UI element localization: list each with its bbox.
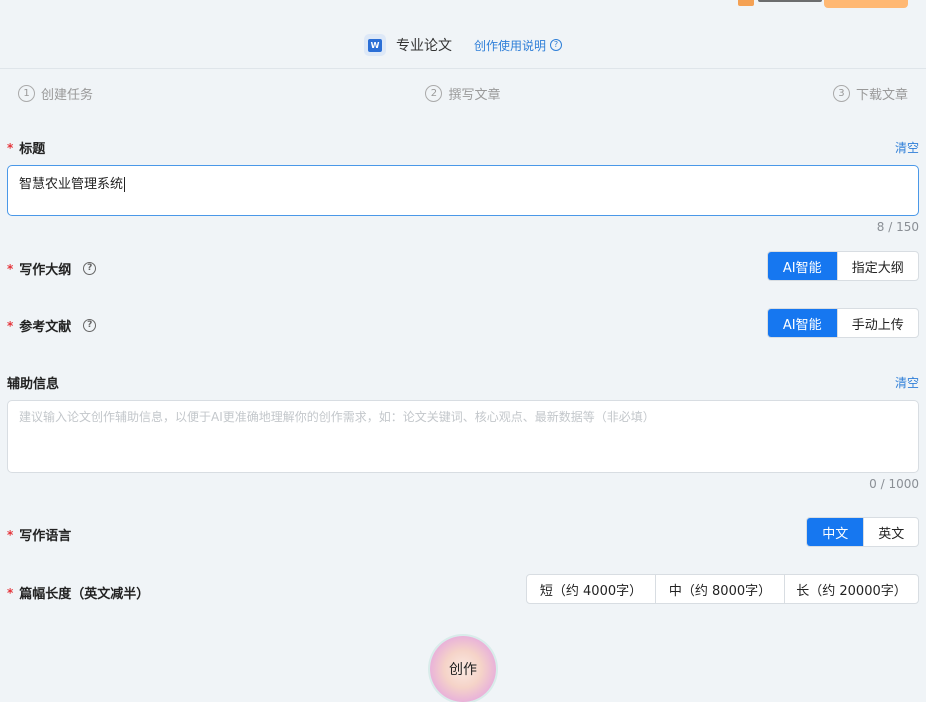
language-label-text: 写作语言 bbox=[19, 529, 72, 544]
step-number: 1 bbox=[18, 84, 35, 102]
step-1: 1 创建任务 bbox=[18, 84, 93, 103]
required-asterisk: * bbox=[7, 140, 14, 155]
length-toggle: 短（约 4000字） 中（约 8000字） 长（约 20000字） bbox=[526, 574, 919, 604]
references-toggle: AI智能 手动上传 bbox=[767, 308, 919, 338]
partial-top-icon bbox=[738, 0, 754, 6]
step-label: 撰写文章 bbox=[448, 87, 501, 103]
aux-info-label: 辅助信息 bbox=[7, 373, 59, 392]
length-medium-option[interactable]: 中（约 8000字） bbox=[655, 575, 784, 603]
step-3: 3 下载文章 bbox=[832, 84, 908, 103]
help-link-label: 创作使用说明 bbox=[473, 38, 546, 53]
length-label-text: 篇幅长度（英文减半） bbox=[19, 587, 150, 602]
title-input[interactable]: 智慧农业管理系统 bbox=[7, 165, 919, 216]
step-number: 3 bbox=[832, 84, 850, 102]
references-ai-option[interactable]: AI智能 bbox=[768, 309, 837, 337]
create-button[interactable]: 创作 bbox=[430, 636, 496, 702]
aux-info-char-counter: 0 / 1000 bbox=[869, 477, 919, 491]
outline-toggle: AI智能 指定大纲 bbox=[767, 251, 919, 281]
page-title: 专业论文 bbox=[395, 38, 452, 54]
title-input-value: 智慧农业管理系统 bbox=[19, 177, 124, 192]
aux-info-label-text: 辅助信息 bbox=[7, 377, 60, 392]
length-short-option[interactable]: 短（约 4000字） bbox=[527, 575, 655, 603]
required-asterisk: * bbox=[7, 527, 14, 542]
text-caret bbox=[124, 177, 126, 192]
references-label-text: 参考文献 bbox=[19, 320, 72, 335]
aux-info-textarea[interactable]: 建议输入论文创作辅助信息，以便于AI更准确地理解你的创作需求，如：论文关键词、核… bbox=[7, 400, 919, 473]
length-label: * 篇幅长度（英文减半） bbox=[7, 583, 150, 603]
title-label: * 标题 bbox=[7, 138, 46, 158]
title-label-text: 标题 bbox=[19, 142, 46, 157]
references-label: * 参考文献 ? bbox=[7, 316, 97, 335]
help-link[interactable]: 创作使用说明 ? bbox=[474, 37, 562, 54]
outline-custom-option[interactable]: 指定大纲 bbox=[836, 252, 918, 280]
partial-top-button[interactable] bbox=[824, 0, 908, 8]
word-doc-icon: W bbox=[363, 34, 386, 56]
question-circle-icon[interactable]: ? bbox=[83, 262, 97, 275]
outline-label: * 写作大纲 ? bbox=[7, 259, 97, 278]
step-label: 创建任务 bbox=[41, 87, 94, 103]
step-label: 下载文章 bbox=[855, 87, 908, 103]
page-header: W 专业论文 创作使用说明 ? bbox=[0, 32, 926, 58]
aux-info-clear-button[interactable]: 清空 bbox=[895, 374, 919, 391]
step-2: 2 撰写文章 bbox=[425, 84, 501, 103]
required-asterisk: * bbox=[7, 318, 14, 333]
references-upload-option[interactable]: 手动上传 bbox=[836, 309, 918, 337]
outline-ai-option[interactable]: AI智能 bbox=[768, 252, 837, 280]
partial-top-text bbox=[758, 0, 822, 2]
language-toggle: 中文 英文 bbox=[806, 517, 919, 547]
question-circle-icon[interactable]: ? bbox=[83, 319, 97, 332]
title-char-counter: 8 / 150 bbox=[876, 220, 919, 234]
header-divider bbox=[0, 68, 926, 69]
step-indicator: 1 创建任务 2 撰写文章 3 下载文章 bbox=[18, 83, 908, 103]
aux-info-placeholder: 建议输入论文创作辅助信息，以便于AI更准确地理解你的创作需求，如：论文关键词、核… bbox=[19, 410, 655, 424]
language-chinese-option[interactable]: 中文 bbox=[807, 518, 864, 546]
outline-label-text: 写作大纲 bbox=[19, 263, 72, 278]
language-english-option[interactable]: 英文 bbox=[863, 518, 918, 546]
question-circle-icon: ? bbox=[550, 39, 562, 51]
required-asterisk: * bbox=[7, 261, 14, 276]
length-long-option[interactable]: 长（约 20000字） bbox=[784, 575, 918, 603]
step-number: 2 bbox=[425, 84, 443, 102]
language-label: * 写作语言 bbox=[7, 525, 72, 545]
required-asterisk: * bbox=[7, 585, 14, 600]
title-clear-button[interactable]: 清空 bbox=[895, 139, 919, 156]
